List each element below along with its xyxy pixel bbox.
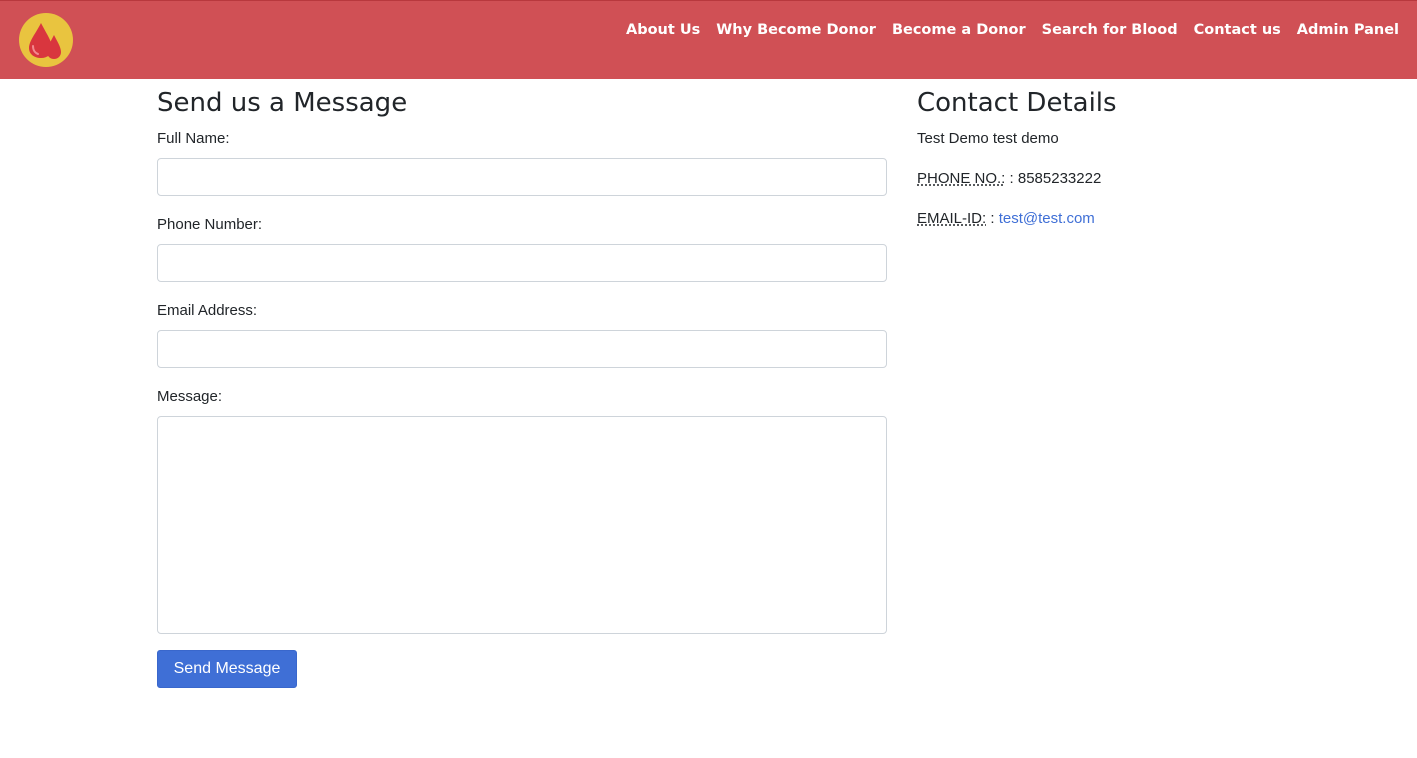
phone-label: PHONE NO.: bbox=[917, 170, 1006, 187]
blood-drops-icon bbox=[29, 23, 61, 59]
message-label: Message: bbox=[157, 388, 223, 405]
form-title: Send us a Message bbox=[157, 88, 408, 118]
nav-about-us[interactable]: About Us bbox=[626, 20, 700, 40]
nav-become-a-donor[interactable]: Become a Donor bbox=[892, 20, 1026, 40]
nav-why-become-donor[interactable]: Why Become Donor bbox=[716, 20, 876, 40]
phone-number-label: Phone Number: bbox=[157, 216, 263, 233]
contact-name: Test Demo test demo bbox=[917, 130, 1059, 147]
email-separator: : bbox=[986, 210, 999, 227]
site-logo[interactable] bbox=[19, 13, 73, 67]
email-address-input[interactable] bbox=[157, 330, 887, 368]
message-textarea[interactable] bbox=[157, 416, 887, 634]
phone-value: : 8585233222 bbox=[1005, 170, 1102, 187]
send-message-button[interactable]: Send Message bbox=[157, 650, 297, 688]
navbar: About Us Why Become Donor Become a Donor… bbox=[0, 0, 1417, 79]
contact-email: EMAIL-ID: : test@test.com bbox=[917, 210, 1095, 228]
email-label: EMAIL-ID: bbox=[917, 210, 987, 227]
full-name-input[interactable] bbox=[157, 158, 887, 196]
email-address-label: Email Address: bbox=[157, 302, 258, 319]
nav-admin-panel[interactable]: Admin Panel bbox=[1297, 20, 1399, 40]
contact-details-title: Contact Details bbox=[917, 88, 1117, 118]
phone-number-input[interactable] bbox=[157, 244, 887, 282]
email-link[interactable]: test@test.com bbox=[999, 210, 1095, 227]
contact-phone: PHONE NO.: : 8585233222 bbox=[917, 170, 1101, 188]
nav-search-for-blood[interactable]: Search for Blood bbox=[1042, 20, 1178, 40]
full-name-label: Full Name: bbox=[157, 130, 230, 147]
nav-links: About Us Why Become Donor Become a Donor… bbox=[626, 20, 1399, 40]
nav-contact-us[interactable]: Contact us bbox=[1194, 20, 1281, 40]
